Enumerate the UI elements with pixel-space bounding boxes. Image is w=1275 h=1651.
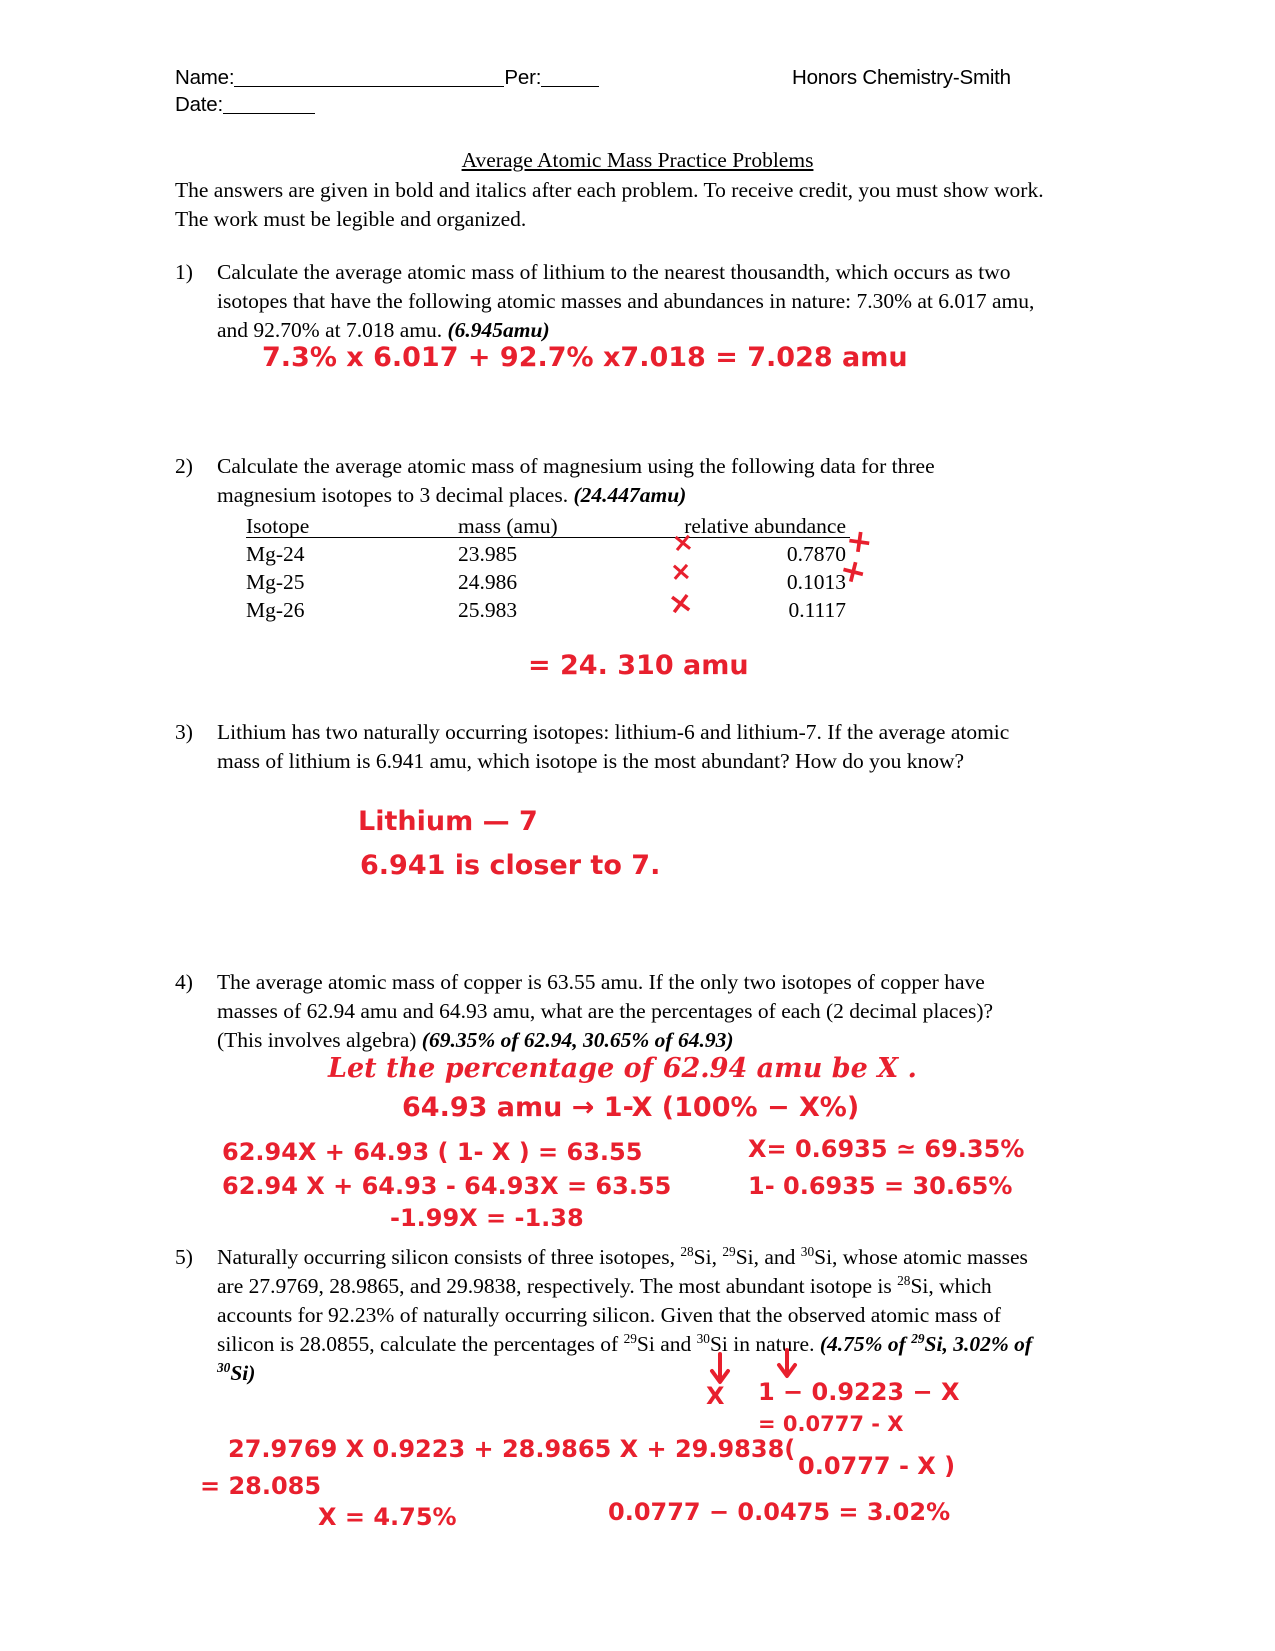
problem-3: 3) Lithium has two naturally occurring i… bbox=[175, 718, 1035, 776]
table-header-rule bbox=[246, 537, 850, 538]
worksheet-page: Name: Per: Date: Honors Chemistry-Smith A… bbox=[0, 0, 1275, 1651]
column-header-abundance: relative abundance bbox=[684, 514, 846, 538]
problem-4-body: The average atomic mass of copper is 63.… bbox=[217, 968, 1035, 1055]
cell-abundance: 0.7870 bbox=[786, 542, 846, 566]
handwriting-multiply-mark-3: × bbox=[665, 584, 696, 623]
isotope-superscript-28: 28 bbox=[680, 1243, 694, 1259]
page-title: Average Atomic Mass Practice Problems bbox=[0, 148, 1275, 173]
problem-2-number: 2) bbox=[175, 454, 193, 478]
isotope-superscript-30: 30 bbox=[800, 1243, 815, 1259]
table-header-row: Isotope mass (amu) relative abundance bbox=[246, 512, 886, 540]
handwriting-p5-mark-x: X bbox=[706, 1382, 725, 1410]
column-header-mass: mass (amu) bbox=[458, 514, 558, 538]
date-blank[interactable] bbox=[223, 113, 315, 114]
handwriting-p4-line3: 62.94X + 64.93 ( 1- X ) = 63.55 bbox=[222, 1138, 643, 1166]
problem-5-number: 5) bbox=[175, 1245, 193, 1269]
problem-5-answer-part4: Si) bbox=[230, 1361, 256, 1385]
handwriting-p5-line5: X = 4.75% bbox=[318, 1503, 457, 1531]
handwriting-p4-line1: Let the percentage of 62.94 amu be X . bbox=[328, 1053, 917, 1084]
name-label: Name: bbox=[175, 66, 235, 89]
problem-4-number: 4) bbox=[175, 970, 193, 994]
problem-5: 5) Naturally occurring silicon consists … bbox=[175, 1243, 1055, 1388]
handwriting-multiply-mark-2: × bbox=[668, 556, 693, 588]
per-label: Per: bbox=[504, 66, 542, 89]
problem-1-answer: (6.945amu) bbox=[447, 318, 550, 342]
table-row: Mg-26 25.983 0.1117 bbox=[246, 596, 886, 624]
cell-isotope: Mg-26 bbox=[246, 598, 305, 622]
problem-5-seg1: Naturally occurring silicon consists of … bbox=[217, 1245, 681, 1269]
handwriting-p4-line5: -1.99X = -1.38 bbox=[390, 1204, 584, 1232]
cell-abundance: 0.1117 bbox=[788, 598, 846, 622]
cell-abundance: 0.1013 bbox=[786, 570, 846, 594]
problem-5-answer-part1: (4.75% of bbox=[819, 1332, 912, 1356]
problem-3-body: Lithium has two naturally occurring isot… bbox=[217, 720, 1010, 773]
cell-mass: 23.985 bbox=[458, 542, 518, 566]
table-row: Mg-24 23.985 0.7870 bbox=[246, 540, 886, 568]
course-label: Honors Chemistry-Smith bbox=[792, 66, 1011, 89]
isotope-superscript-29b: 29 bbox=[623, 1330, 637, 1346]
table-row: Mg-25 24.986 0.1013 bbox=[246, 568, 886, 596]
isotope-superscript-28b: 28 bbox=[897, 1272, 911, 1288]
problem-2: 2) Calculate the average atomic mass of … bbox=[175, 452, 1035, 510]
problem-2-body: Calculate the average atomic mass of mag… bbox=[217, 452, 1035, 510]
handwriting-p4-line2: 64.93 amu → 1-X (100% − X%) bbox=[402, 1092, 860, 1123]
handwriting-p4-right2: 1- 0.6935 = 30.65% bbox=[748, 1172, 1013, 1200]
problem-5-answer-part3: 3.02% of bbox=[953, 1332, 1033, 1356]
handwriting-p5-line3b: 0.0777 - X ) bbox=[798, 1452, 956, 1480]
handwriting-p3-line2: 6.941 is closer to 7. bbox=[360, 850, 661, 881]
isotope-superscript-29: 29 bbox=[722, 1243, 736, 1259]
answer-superscript-30: 30 bbox=[217, 1359, 231, 1375]
cell-isotope: Mg-25 bbox=[246, 570, 305, 594]
problem-5-answer-part2: Si, bbox=[924, 1332, 954, 1356]
handwriting-p5-line1: 1 − 0.9223 − X bbox=[758, 1378, 960, 1406]
problem-1: 1) Calculate the average atomic mass of … bbox=[175, 258, 1035, 345]
cell-mass: 25.983 bbox=[458, 598, 518, 622]
page-title-text: Average Atomic Mass Practice Problems bbox=[461, 148, 814, 172]
cell-mass: 24.986 bbox=[458, 570, 518, 594]
handwriting-p2-result: = 24. 310 amu bbox=[528, 650, 749, 681]
date-label: Date: bbox=[175, 93, 223, 116]
handwriting-p5-line6: 0.0777 − 0.0475 = 3.02% bbox=[608, 1498, 951, 1526]
problem-4: 4) The average atomic mass of copper is … bbox=[175, 968, 1035, 1055]
date-row: Date: bbox=[175, 91, 1075, 118]
handwriting-p4-line4: 62.94 X + 64.93 - 64.93X = 63.55 bbox=[222, 1172, 672, 1200]
problem-1-body: Calculate the average atomic mass of lit… bbox=[217, 258, 1035, 345]
problem-1-text: Calculate the average atomic mass of lit… bbox=[217, 260, 1035, 342]
header-block: Name: Per: Date: Honors Chemistry-Smith bbox=[175, 64, 1075, 118]
column-header-isotope: Isotope bbox=[246, 514, 310, 538]
name-blank[interactable] bbox=[234, 86, 505, 87]
handwriting-p5-line3: 27.9769 X 0.9223 + 28.9865 X + 29.9838( bbox=[228, 1435, 796, 1463]
per-blank[interactable] bbox=[541, 86, 600, 87]
handwriting-p3-line1: Lithium — 7 bbox=[358, 806, 538, 837]
handwriting-p5-line4: = 28.085 bbox=[200, 1472, 322, 1500]
isotope-table: Isotope mass (amu) relative abundance Mg… bbox=[246, 512, 886, 624]
isotope-superscript-30b: 30 bbox=[696, 1330, 710, 1346]
intro-paragraph: The answers are given in bold and italic… bbox=[175, 178, 1044, 231]
problem-5-seg2: Si, bbox=[693, 1245, 723, 1269]
answer-superscript-29: 29 bbox=[911, 1330, 925, 1346]
problem-5-seg6: Si and bbox=[636, 1332, 697, 1356]
problem-4-answer: (69.35% of 62.94, 30.65% of 64.93) bbox=[421, 1028, 734, 1052]
handwriting-p5-line2: = 0.0777 - X bbox=[758, 1412, 904, 1436]
problem-5-body: Naturally occurring silicon consists of … bbox=[217, 1243, 1055, 1388]
cell-isotope: Mg-24 bbox=[246, 542, 305, 566]
handwriting-p4-right1: X= 0.6935 ≃ 69.35% bbox=[748, 1135, 1025, 1163]
handwriting-multiply-mark-1: × bbox=[670, 526, 696, 560]
problem-2-answer: (24.447amu) bbox=[573, 483, 687, 507]
problem-3-number: 3) bbox=[175, 720, 193, 744]
problem-5-seg3: Si, and bbox=[735, 1245, 801, 1269]
problem-1-number: 1) bbox=[175, 260, 193, 284]
handwriting-p1-line1: 7.3% x 6.017 + 92.7% x7.018 = 7.028 amu bbox=[262, 342, 908, 373]
